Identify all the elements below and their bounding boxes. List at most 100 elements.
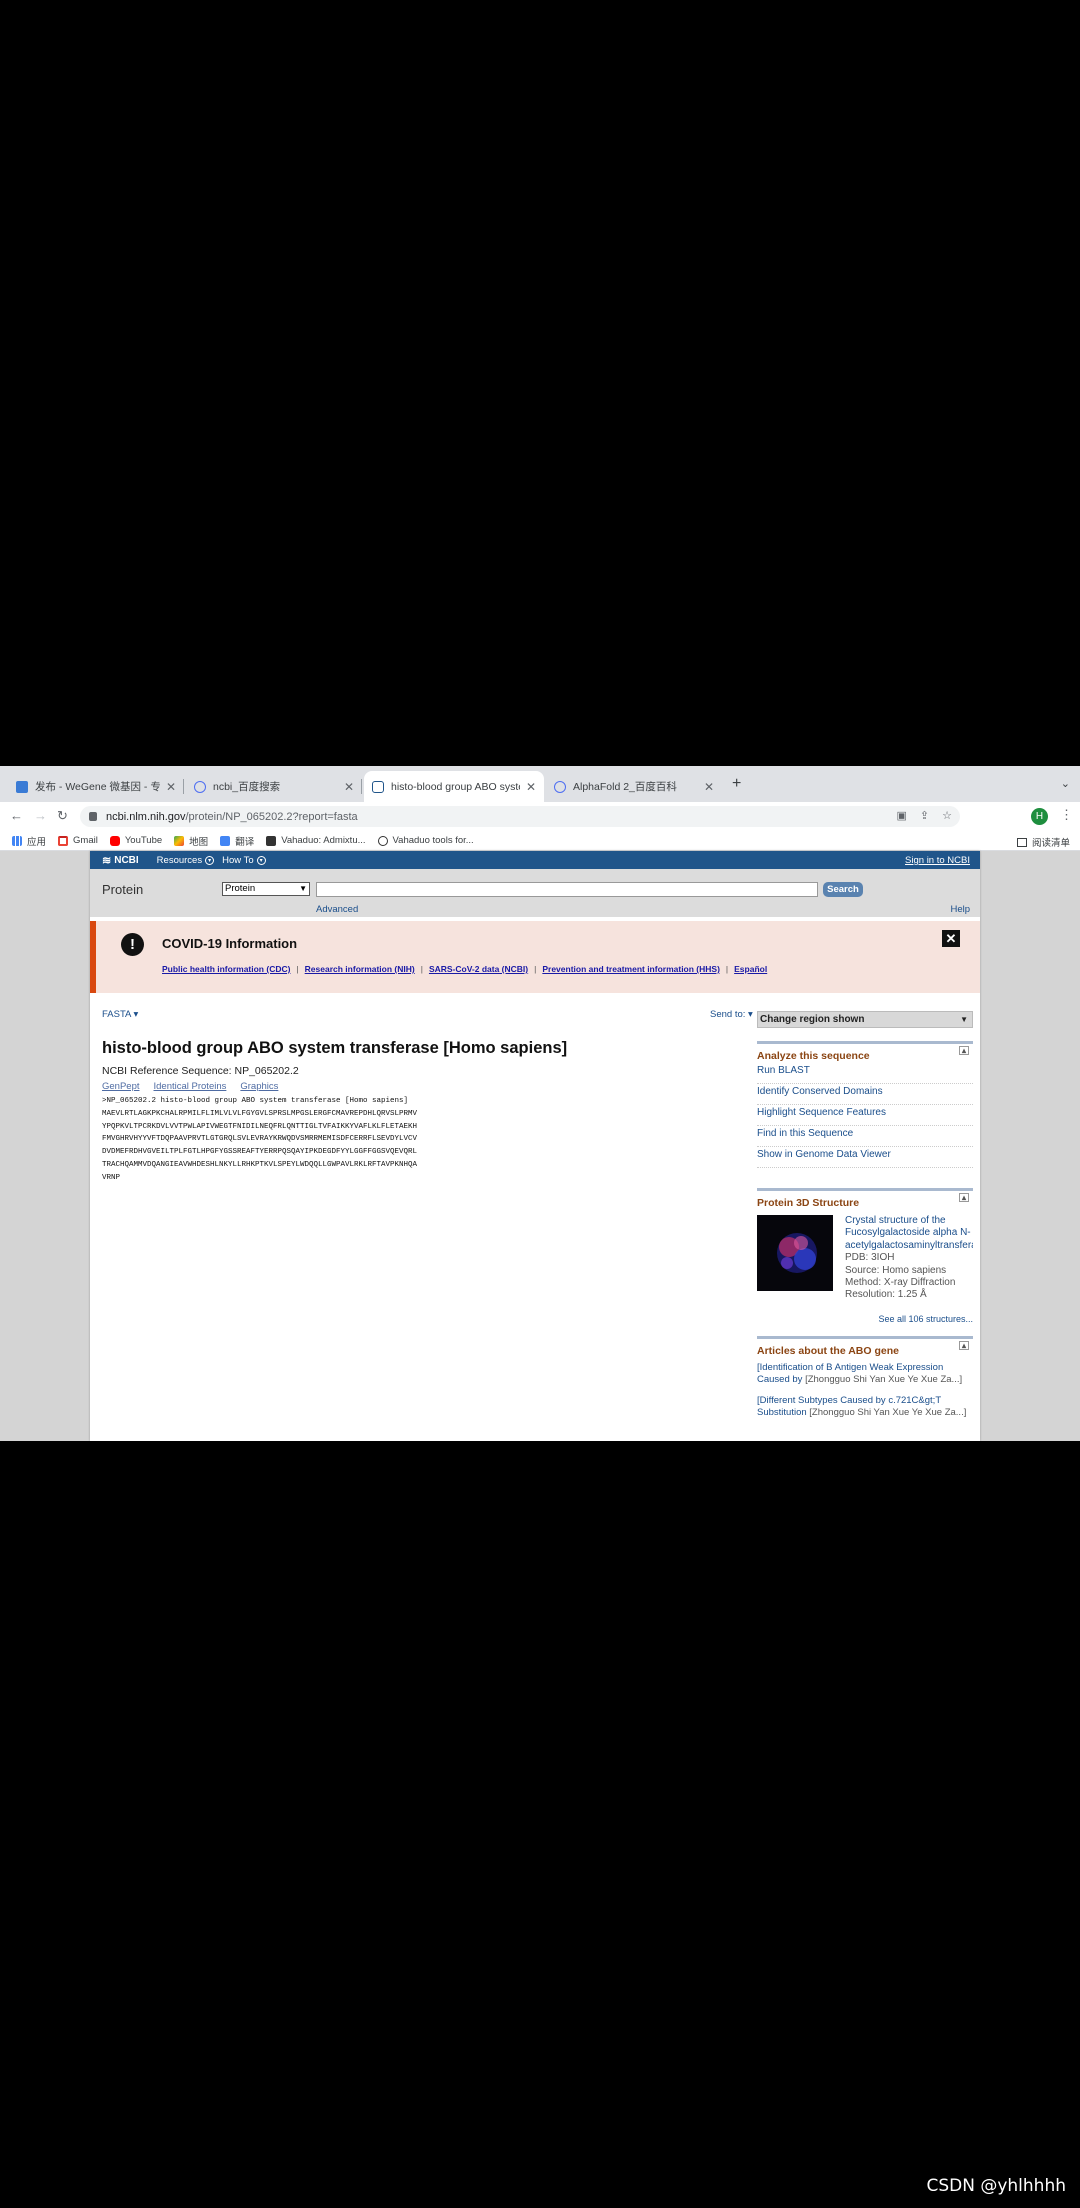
structure-name[interactable]: acetylgalactosaminyltransfera — [845, 1240, 973, 1252]
genpept-link[interactable]: GenPept — [102, 1081, 140, 1092]
tab-wegene[interactable]: 发布 - WeGene 微基因 - 专注个 ✕ — [8, 771, 184, 802]
resources-menu[interactable]: Resources ▾ — [156, 854, 215, 866]
ncbi-logo[interactable]: ≋ NCBI — [102, 854, 139, 867]
fasta-line: MAEVLRTLAGKPKCHALRPMILFLIMLVLVLFGYGVLSPR… — [102, 1109, 418, 1118]
structure-portlet: Protein 3D Structure ▴ Crystal structure… — [757, 1188, 973, 1324]
search-button[interactable]: Search — [823, 882, 863, 897]
article-item[interactable]: [Different Subtypes Caused by c.721C&gt;… — [757, 1395, 973, 1419]
close-icon[interactable]: ✕ — [942, 930, 960, 947]
more-menu-icon[interactable]: ⋮ — [1060, 807, 1073, 823]
conserved-domains-link[interactable]: Identify Conserved Domains — [757, 1084, 973, 1105]
fasta-line: FMVGHRVHYYVFTDQPAAVPRVTLGTGRQLSVLEVRAYKR… — [102, 1135, 418, 1144]
find-in-sequence-link[interactable]: Find in this Sequence — [757, 1126, 973, 1147]
close-icon[interactable]: ✕ — [166, 780, 176, 794]
close-icon[interactable]: ✕ — [704, 780, 714, 794]
collapse-icon[interactable]: ▴ — [959, 1341, 969, 1350]
bookmark-label: 地图 — [189, 836, 209, 848]
vahaduo-icon — [266, 835, 277, 846]
bookmark-label: Gmail — [73, 835, 98, 846]
collapse-icon[interactable]: ▴ — [959, 1046, 969, 1055]
bookmark-translate[interactable]: 翻译 — [220, 834, 254, 848]
chevron-down-icon: ▾ — [133, 1009, 139, 1020]
bookmark-vahaduo-admixture[interactable]: Vahaduo: Admixtu... — [266, 835, 366, 846]
structure-name[interactable]: Crystal structure of the — [845, 1215, 973, 1227]
analyze-portlet: Analyze this sequence ▴ Run BLAST Identif… — [757, 1041, 973, 1168]
browser-window: 发布 - WeGene 微基因 - 专注个 ✕ ncbi_百度搜索 ✕ hist… — [0, 766, 1080, 1441]
reading-list-icon — [1016, 837, 1027, 847]
bookmark-star-icon[interactable]: ☆ — [942, 809, 952, 822]
covid-link-ncbi[interactable]: SARS-CoV-2 data (NCBI) — [429, 964, 528, 974]
ncbi-page: ≋ NCBI Resources ▾ How To ▾ Sign in to NCBI… — [90, 851, 980, 1441]
howto-label: How To — [222, 854, 254, 866]
bookmark-maps[interactable]: 地图 — [174, 834, 208, 848]
profile-avatar[interactable]: H — [1031, 808, 1048, 825]
change-region-dropdown[interactable]: Change region shown ▼ — [757, 1011, 973, 1028]
bookmark-vahaduo-tools[interactable]: Vahaduo tools for... — [377, 835, 474, 846]
tab-title: 发布 - WeGene 微基因 - 专注个 — [35, 781, 160, 793]
sign-in-link[interactable]: Sign in to NCBI — [905, 855, 970, 866]
reading-list[interactable]: 阅读清单 — [1016, 835, 1070, 849]
covid-link-espanol[interactable]: Español — [734, 964, 767, 974]
covid-links: Public health information (CDC) | Research… — [162, 964, 767, 974]
separator: | — [420, 964, 423, 974]
collapse-icon[interactable]: ▴ — [959, 1193, 969, 1202]
run-blast-link[interactable]: Run BLAST — [757, 1063, 973, 1084]
article-source: [Zhongguo Shi Yan Xue Ye Xue Za...] — [805, 1374, 963, 1385]
bookmark-gmail[interactable]: Gmail — [58, 835, 98, 846]
search-input[interactable] — [316, 882, 818, 897]
forward-arrow-icon[interactable]: → — [34, 808, 47, 823]
baidu-paw-icon — [554, 780, 566, 793]
covid-banner: ! COVID-19 Information Public health inf… — [90, 921, 980, 993]
translate-icon[interactable]: ▣ — [897, 809, 907, 822]
structure-name[interactable]: Fucosylgalactoside alpha N- — [845, 1227, 973, 1239]
bookmark-label: 翻译 — [235, 836, 255, 848]
database-select[interactable]: Protein ▼ — [222, 882, 310, 896]
tab-baidu-search[interactable]: ncbi_百度搜索 ✕ — [186, 771, 362, 802]
covid-link-nih[interactable]: Research information (NIH) — [305, 964, 415, 974]
bookmark-youtube[interactable]: YouTube — [109, 835, 163, 846]
tab-ncbi-protein[interactable]: histo-blood group ABO systen ✕ — [364, 771, 544, 802]
howto-menu[interactable]: How To ▾ — [222, 855, 266, 866]
covid-link-hhs[interactable]: Prevention and treatment information (HH… — [542, 964, 720, 974]
covid-link-cdc[interactable]: Public health information (CDC) — [162, 964, 290, 974]
address-bar[interactable]: ncbi.nlm.nih.gov/protein/NP_065202.2?rep… — [80, 806, 960, 827]
genome-data-viewer-link[interactable]: Show in Genome Data Viewer — [757, 1147, 973, 1168]
separator: | — [296, 964, 299, 974]
structure-resolution: Resolution: 1.25 Å — [845, 1289, 927, 1301]
help-link[interactable]: Help — [950, 904, 970, 915]
protein-structure-thumbnail[interactable] — [757, 1215, 833, 1291]
structure-source: Source: Homo sapiens — [845, 1264, 947, 1276]
highlight-features-link[interactable]: Highlight Sequence Features — [757, 1105, 973, 1126]
identical-proteins-link[interactable]: Identical Proteins — [154, 1081, 227, 1092]
chevron-down-icon: ▾ — [256, 855, 266, 865]
tab-bar: 发布 - WeGene 微基因 - 专注个 ✕ ncbi_百度搜索 ✕ hist… — [0, 766, 1080, 802]
close-icon[interactable]: ✕ — [526, 780, 536, 794]
back-arrow-icon[interactable]: ← — [10, 808, 23, 823]
see-all-structures-link[interactable]: See all 106 structures... — [757, 1314, 973, 1324]
articles-title: Articles about the ABO gene — [757, 1345, 899, 1357]
article-item[interactable]: [Identification of B Antigen Weak Expres… — [757, 1362, 973, 1386]
url-host: ncbi.nlm.nih.gov — [106, 810, 186, 823]
url-path: /protein/NP_065202.2?report=fasta — [185, 810, 358, 823]
bookmark-apps[interactable]: 应用 — [12, 834, 46, 848]
send-to-menu[interactable]: Send to: ▾ — [710, 1009, 753, 1020]
structure-pdb: PDB: 3IOH — [845, 1252, 895, 1264]
reload-icon[interactable]: ↻ — [57, 808, 68, 824]
translate-icon — [220, 835, 231, 846]
bookmarks-bar: 应用 Gmail YouTube 地图 翻译 Vahaduo: Admixtu.… — [0, 831, 1080, 851]
graphics-link[interactable]: Graphics — [240, 1081, 278, 1092]
chevron-down-icon: ▼ — [299, 884, 307, 893]
resources-label: Resources — [156, 854, 203, 866]
bookmark-label: YouTube — [124, 835, 163, 846]
format-menu[interactable]: FASTA ▾ — [102, 1009, 138, 1020]
advanced-search-link[interactable]: Advanced — [316, 904, 358, 915]
new-tab-plus-icon[interactable]: + — [732, 775, 741, 793]
tab-search-chevron-icon[interactable]: ⌄ — [1061, 777, 1070, 790]
share-icon[interactable]: ⇪ — [920, 809, 929, 822]
close-icon[interactable]: ✕ — [344, 780, 354, 794]
ncbi-logo-text: NCBI — [114, 854, 139, 866]
database-select-value: Protein — [225, 883, 256, 894]
tab-alphafold[interactable]: AlphaFold 2_百度百科 ✕ — [546, 771, 722, 802]
analyze-title: Analyze this sequence — [757, 1050, 870, 1062]
database-title: Protein — [102, 882, 144, 897]
